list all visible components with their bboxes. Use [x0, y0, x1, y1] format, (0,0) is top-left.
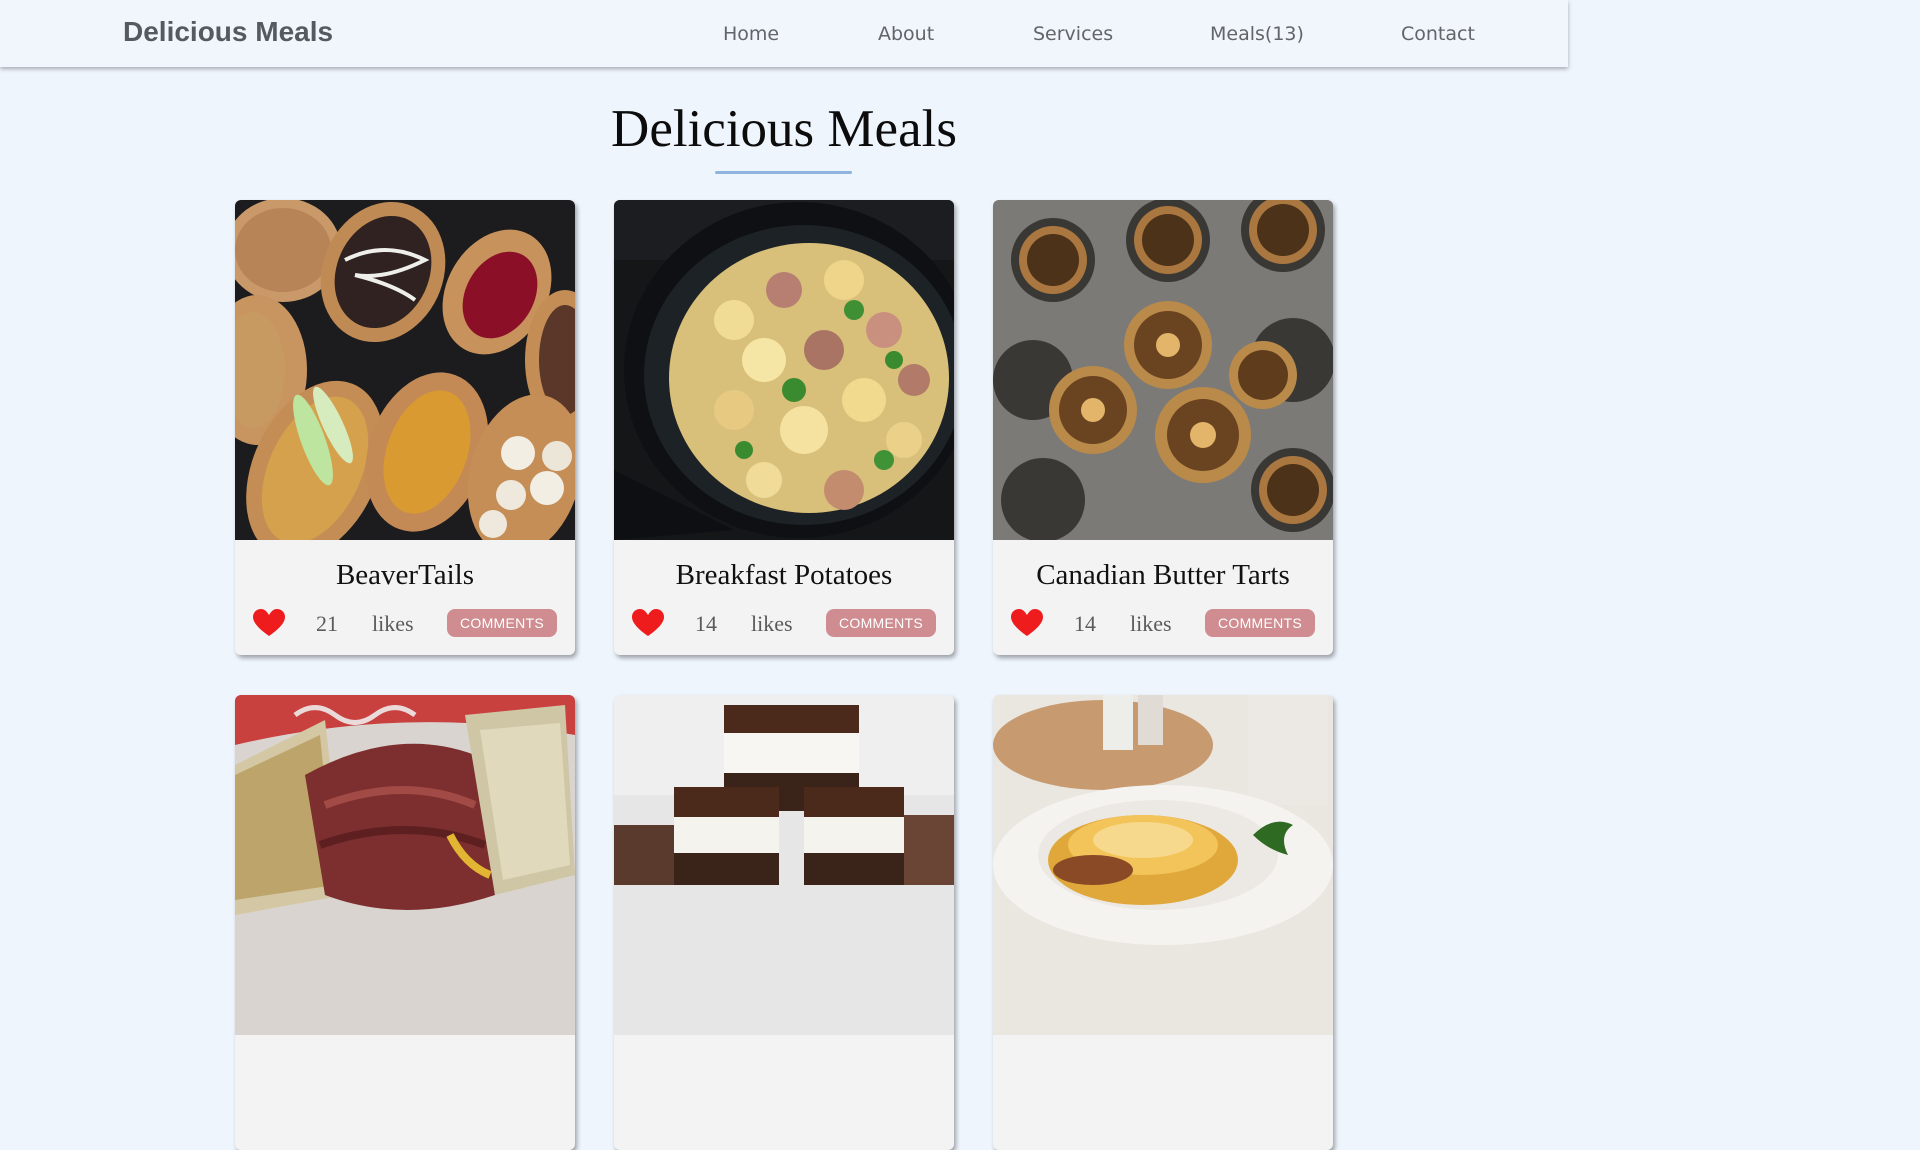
heart-icon[interactable] — [1011, 609, 1043, 637]
likes-count: 14 — [695, 611, 717, 636]
likes-label: likes — [372, 611, 414, 636]
meal-card-4 — [235, 695, 575, 1150]
meal-photo[interactable] — [614, 695, 954, 1035]
nav-link-services[interactable]: Services — [1033, 23, 1113, 45]
meal-card-6 — [993, 695, 1333, 1150]
comments-button[interactable]: COMMENTS — [826, 609, 936, 637]
page-title: Delicious Meals — [611, 100, 957, 158]
comments-button[interactable]: COMMENTS — [447, 609, 557, 637]
brand-logo[interactable]: Delicious Meals — [123, 16, 333, 48]
navbar: Delicious Meals Home About Services Meal… — [0, 0, 1568, 67]
meal-photo[interactable] — [235, 695, 575, 1035]
likes-count: 14 — [1074, 611, 1096, 636]
meal-card-5 — [614, 695, 954, 1150]
heart-icon[interactable] — [632, 609, 664, 637]
meal-card-breakfast-potatoes: Breakfast Potatoes 14 likes COMMENTS — [614, 200, 954, 655]
nav-link-home[interactable]: Home — [723, 23, 779, 45]
meal-title: Canadian Butter Tarts — [1036, 559, 1290, 591]
likes-label: likes — [751, 611, 793, 636]
likes-count: 21 — [316, 611, 338, 636]
nav-link-meals[interactable]: Meals(13) — [1210, 23, 1304, 45]
meal-card-canadian-butter-tarts: Canadian Butter Tarts 14 likes COMMENTS — [993, 200, 1333, 655]
heart-icon[interactable] — [253, 609, 285, 637]
nav-link-about[interactable]: About — [878, 23, 934, 45]
meal-title: BeaverTails — [335, 559, 475, 591]
nav-link-contact[interactable]: Contact — [1401, 23, 1475, 45]
meal-photo[interactable] — [235, 200, 575, 540]
likes-label: likes — [1130, 611, 1172, 636]
meal-title: Breakfast Potatoes — [675, 559, 893, 591]
meal-photo[interactable] — [993, 200, 1333, 540]
meal-photo[interactable] — [993, 695, 1333, 1035]
meal-photo[interactable] — [614, 200, 954, 540]
title-underline — [715, 171, 852, 174]
comments-button[interactable]: COMMENTS — [1205, 609, 1315, 637]
meal-card-beavertails: BeaverTails 21 likes COMMENTS — [235, 200, 575, 655]
